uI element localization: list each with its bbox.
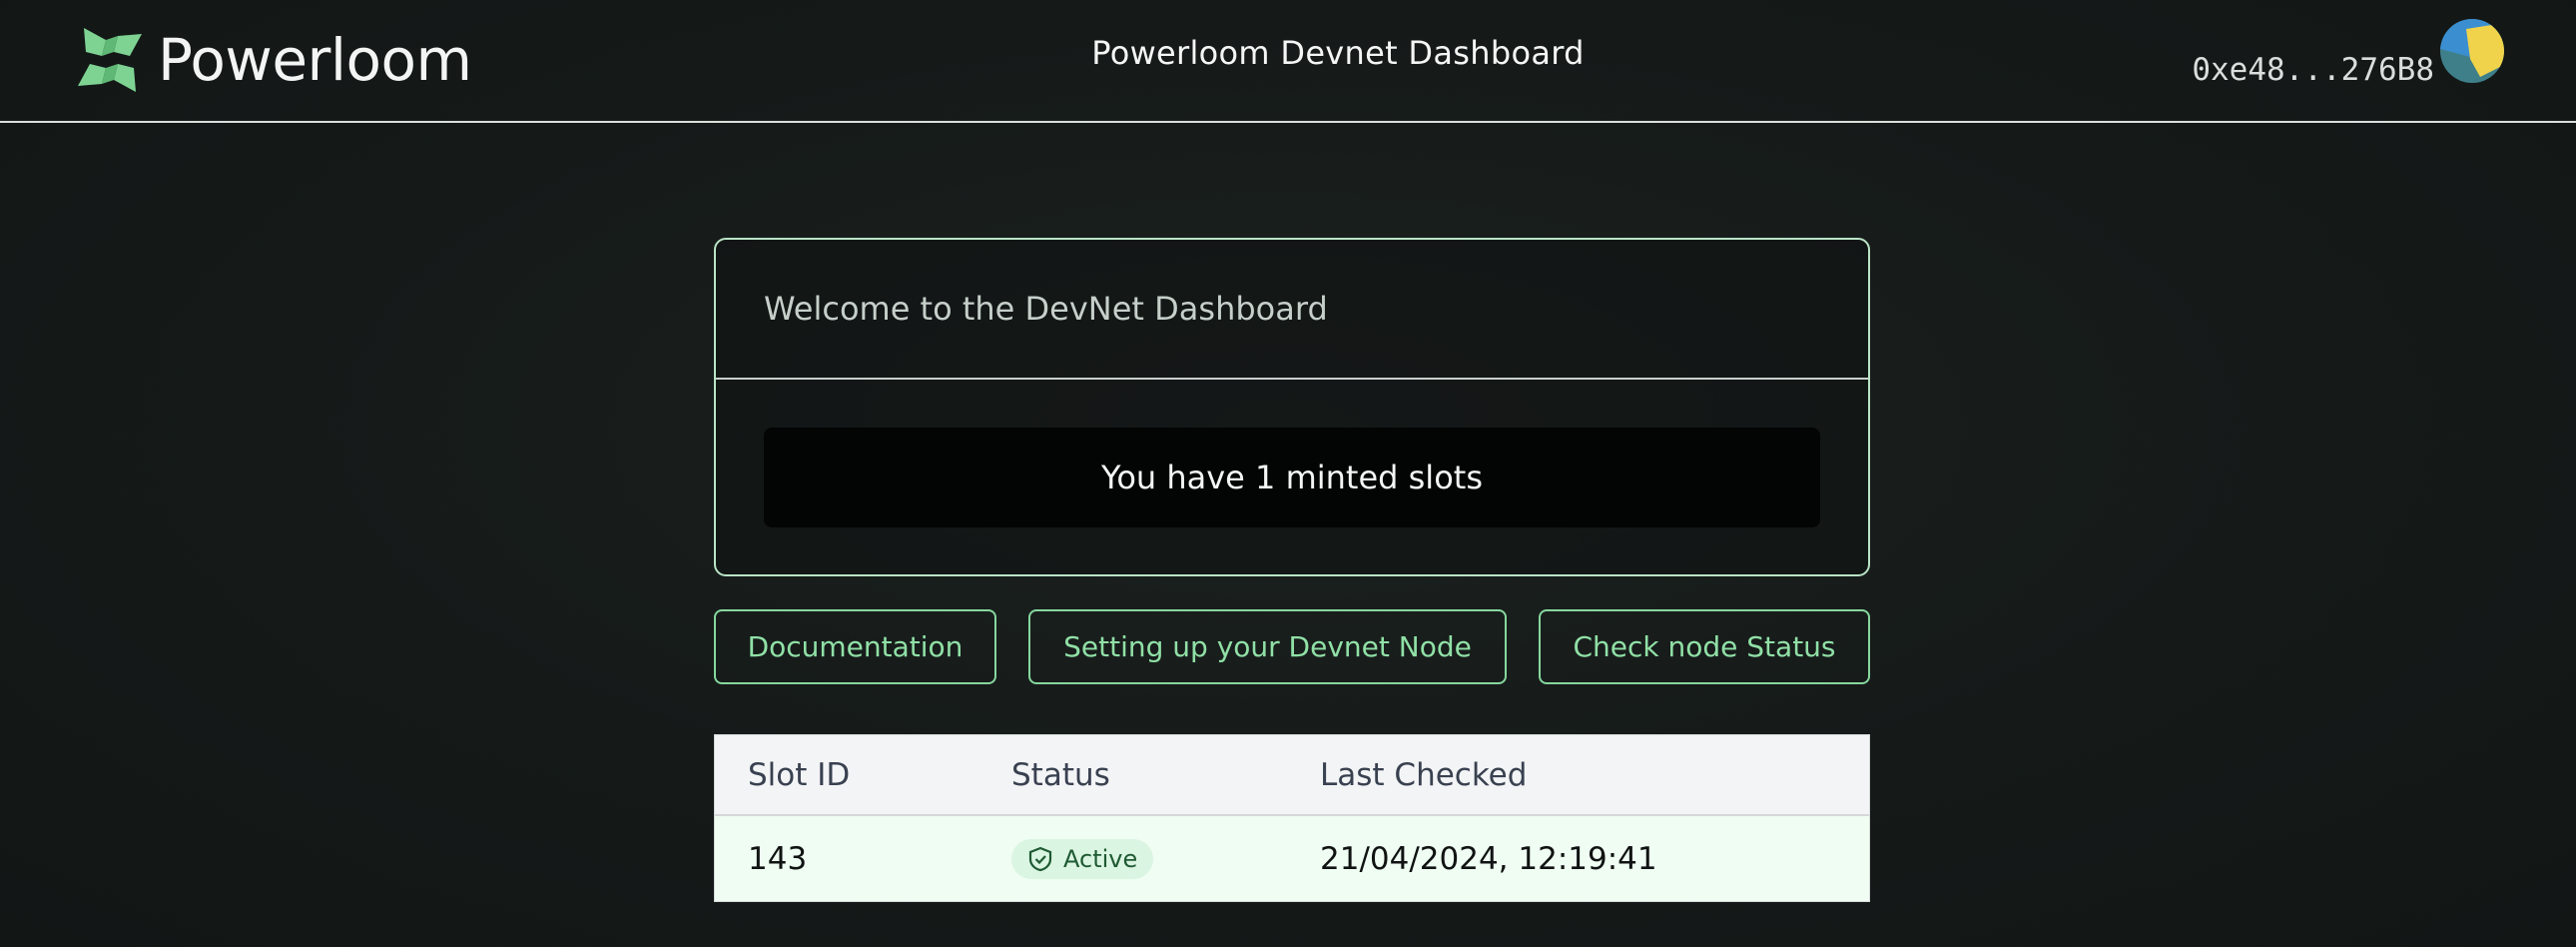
column-header-status: Status — [1011, 756, 1110, 793]
slots-table: Slot ID Status Last Checked 143 Active 2… — [714, 734, 1870, 902]
table-row: 143 Active 21/04/2024, 12:19:41 — [715, 816, 1869, 901]
setup-devnet-node-button[interactable]: Setting up your Devnet Node — [1028, 609, 1507, 684]
column-header-slot-id: Slot ID — [748, 756, 851, 793]
welcome-card: Welcome to the DevNet Dashboard You have… — [714, 238, 1870, 576]
status-badge: Active — [1011, 838, 1154, 879]
avatar-icon — [2440, 19, 2504, 83]
documentation-button[interactable]: Documentation — [714, 609, 996, 684]
wallet-address[interactable]: 0xe48...276B8 — [2192, 52, 2434, 88]
shield-check-icon — [1028, 846, 1052, 871]
status-badge-label: Active — [1063, 844, 1138, 873]
minted-slots-banner: You have 1 minted slots — [764, 428, 1820, 527]
last-checked-cell: 21/04/2024, 12:19:41 — [1320, 840, 1657, 877]
column-header-last-checked: Last Checked — [1320, 756, 1528, 793]
check-node-status-button[interactable]: Check node Status — [1539, 609, 1870, 684]
top-header: Powerloom Powerloom Devnet Dashboard 0xe… — [0, 0, 2576, 123]
page-title: Powerloom Devnet Dashboard — [1091, 34, 1585, 72]
status-cell: Active — [1011, 816, 1154, 901]
wallet-avatar[interactable] — [2440, 19, 2504, 83]
slot-id-cell: 143 — [748, 840, 808, 877]
welcome-title: Welcome to the DevNet Dashboard — [716, 240, 1868, 380]
table-header: Slot ID Status Last Checked — [715, 735, 1869, 816]
